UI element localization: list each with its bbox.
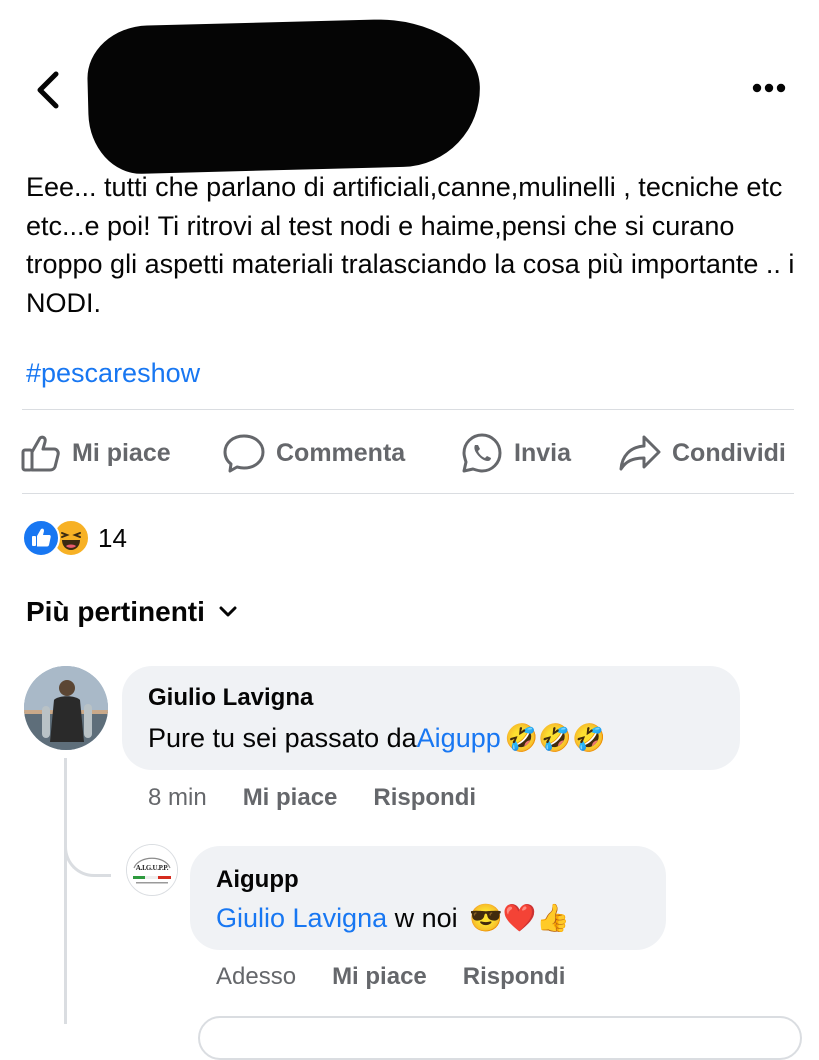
comment-button[interactable]: Commenta [222,426,405,480]
comment-bubble: Giulio Lavigna Pure tu sei passato da Ai… [122,666,740,770]
reply-author[interactable]: Aigupp [216,866,299,894]
thread-connector [64,828,111,877]
mention-link[interactable]: Aigupp [417,723,501,754]
reply-body: w noi [387,902,466,933]
chevron-left-icon [37,71,59,109]
more-options-button[interactable] [748,76,790,100]
send-button[interactable]: Invia [460,426,571,480]
hashtag-link[interactable]: #pescareshow [26,354,200,392]
reply-text: Giulio Lavigna w noi 😎❤️👍 [216,902,570,934]
rofl-emoji: 🤣🤣🤣 [504,723,606,753]
send-label: Invia [514,438,571,467]
comment-reply-button[interactable]: Rispondi [373,784,476,812]
reactions-summary[interactable]: 14 [22,518,127,558]
like-button[interactable]: Mi piace [20,426,171,480]
avatar[interactable] [24,666,108,750]
reply-input[interactable] [198,1016,802,1060]
logo-text: A.I.G.U.P.P. [135,864,169,872]
back-button[interactable] [28,68,68,112]
comment-body: Pure tu sei passato da [148,722,417,753]
whatsapp-icon [462,433,502,473]
divider [22,409,794,410]
like-icon [22,519,60,557]
comment-like-button[interactable]: Mi piace [243,784,338,812]
thread-line [64,758,67,1024]
more-dots-icon [752,83,786,93]
share-label: Condividi [672,438,786,467]
reply-time: Adesso [216,963,297,990]
comment-sort-dropdown[interactable]: Più pertinenti [26,596,237,628]
share-arrow-icon [619,435,661,471]
comment-label: Commenta [276,438,406,467]
reply-emoji: 😎❤️👍 [469,903,571,933]
reply-meta: Adesso Mi piace Rispondi [216,963,565,991]
comment-time: 8 min [148,784,207,811]
reaction-count: 14 [98,522,127,553]
divider [22,493,794,494]
mention-link[interactable]: Giulio Lavigna [216,903,387,934]
comment-author[interactable]: Giulio Lavigna [148,684,313,712]
thumbs-up-icon [21,435,60,472]
reply-like-button[interactable]: Mi piace [332,963,427,991]
redacted-header-name [86,16,482,176]
sort-label: Più pertinenti [26,596,205,627]
chevron-down-icon [219,606,237,617]
like-label: Mi piace [72,438,171,467]
share-button[interactable]: Condividi [618,426,786,480]
post-text: Eee... tutti che parlano di artificiali,… [26,172,795,318]
comment-meta: 8 min Mi piace Rispondi [148,784,476,812]
reply-bubble: Aigupp Giulio Lavigna w noi 😎❤️👍 [190,846,666,950]
reply-reply-button[interactable]: Rispondi [463,963,566,991]
comment-icon [223,434,265,473]
comment-text: Pure tu sei passato da Aigupp 🤣🤣🤣 [148,722,606,754]
avatar[interactable]: A.I.G.U.P.P. [126,844,178,896]
